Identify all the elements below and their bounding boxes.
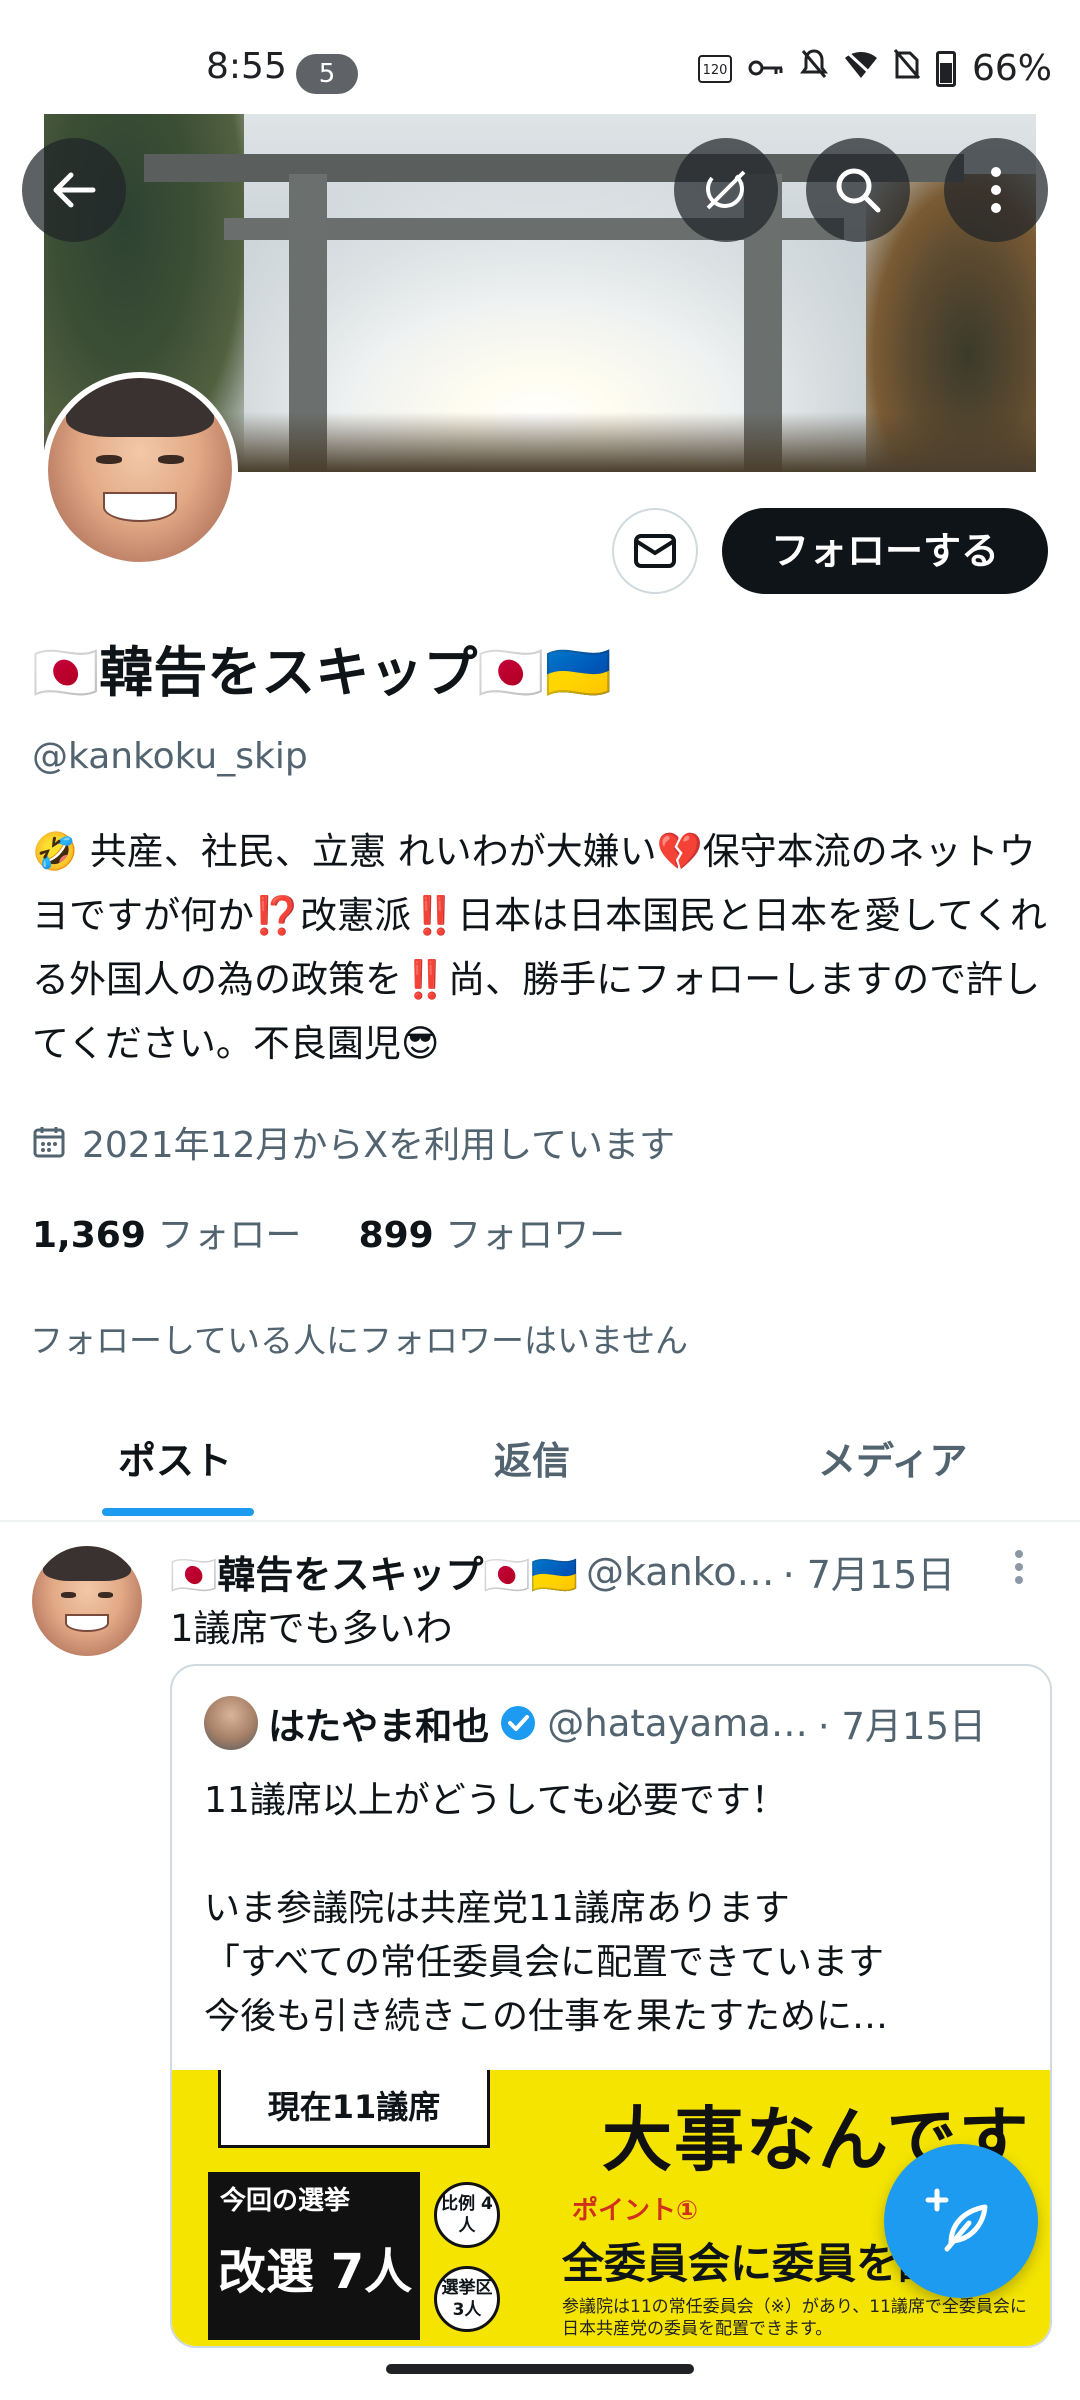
followers-count: 899 [358, 1215, 434, 1256]
wifi-icon [844, 49, 878, 89]
refresh-rate-icon: 120 [697, 54, 732, 83]
followed-by-text: フォローしている人にフォロワーはいません [30, 1321, 689, 1360]
following-link[interactable]: 1,369 フォロー [32, 1215, 301, 1256]
active-tab-indicator [102, 1508, 254, 1516]
poster-district: 選挙区 3人 [434, 2266, 500, 2332]
envelope-icon [634, 534, 676, 568]
followers-link[interactable]: 899 フォロワー [359, 1215, 626, 1256]
profile-avatar[interactable] [42, 372, 238, 568]
following-count: 1,369 [32, 1215, 146, 1256]
tab-media[interactable]: メディア [818, 1430, 967, 1485]
following-label: フォロー [157, 1215, 302, 1256]
tab-posts[interactable]: ポスト [118, 1430, 232, 1485]
notification-count-badge: 5 [296, 54, 358, 94]
vpn-key-icon [748, 49, 784, 89]
message-button[interactable] [612, 508, 698, 594]
battery-icon [935, 50, 956, 87]
tweet-author-handle: @kanko… [585, 1549, 775, 1594]
home-gesture-bar[interactable] [386, 2364, 694, 2374]
search-icon [836, 168, 881, 213]
back-button[interactable] [22, 138, 126, 242]
no-sim-icon [893, 48, 921, 89]
poster-small-line: 参議院は11の常任委員会（※）があり、11議席で全委員会に [562, 2297, 1027, 2317]
poster-proportional: 比例 4人 [434, 2182, 500, 2248]
tweet-header: 🇯🇵韓告をスキップ🇯🇵🇺🇦 @kanko… · 7月15日 [170, 1544, 955, 1599]
quote-line: いま参議院は共産党11議席あります [204, 1888, 790, 1929]
quote-author-name: はたやま和也 [268, 1705, 490, 1748]
status-icons: 120 66% [697, 48, 1052, 89]
poster-point: ポイント① [572, 2196, 699, 2226]
quote-line: 「すべての常任委員会に配置できています [204, 1942, 885, 1983]
poster-reelection: 改選 7人 [218, 2244, 413, 2300]
quote-line: 11議席以上がどうしても必要です！ [204, 1780, 787, 1821]
poster-current-seats: 現在11議席 [218, 2070, 490, 2148]
tweet-author-name[interactable]: 🇯🇵韓告をスキップ🇯🇵🇺🇦 [170, 1544, 578, 1599]
more-vertical-icon [991, 167, 1001, 213]
joined-date-row: 2021年12月からXを利用しています [32, 1116, 675, 1168]
quote-text: 11議席以上がどうしても必要です！ いま参議院は共産党11議席あります 「すべて… [204, 1774, 1024, 2044]
battery-percent: 66% [971, 48, 1052, 89]
poster-subhead: 全委員会に委員を配 [562, 2239, 941, 2288]
tab-replies[interactable]: 返信 [494, 1430, 570, 1485]
profile-bio: 🤣 共産、社民、立憲 れいわが大嫌い💔保守本流のネットウヨですが何か⁉️改憲派‼… [32, 830, 1047, 1065]
profile-tabs: ポスト 返信 メディア [0, 1404, 1080, 1522]
grok-button[interactable] [674, 138, 778, 242]
quote-avatar [204, 1696, 258, 1750]
joined-date-text: 2021年12月からXを利用しています [82, 1125, 676, 1166]
grok-icon [706, 170, 746, 210]
verified-badge-icon [501, 1706, 536, 1740]
quote-header: はたやま和也 @hatayama… · 7月15日 [204, 1696, 986, 1750]
status-bar: 8:55 5 120 66% [0, 0, 1080, 110]
followers-label: フォロワー [445, 1215, 626, 1256]
more-options-button[interactable] [944, 138, 1048, 242]
search-button[interactable] [806, 138, 910, 242]
compose-post-button[interactable] [884, 2144, 1038, 2298]
poster-small-text: 参議院は11の常任委員会（※）があり、11議席で全委員会に 日本共産党の委員を配… [562, 2296, 1027, 2340]
tweet-avatar[interactable] [32, 1546, 142, 1656]
mute-bell-icon [799, 48, 828, 89]
tweet-text: 1議席でも多いわ [170, 1607, 453, 1650]
arrow-left-icon [53, 172, 96, 208]
poster-election-box: 今回の選挙 改選 7人 [208, 2172, 420, 2340]
follow-stats: 1,369 フォロー 899 フォロワー [32, 1206, 625, 1258]
more-vertical-icon [1015, 1550, 1023, 1584]
tweet-date: · 7月15日 [782, 1553, 956, 1597]
tweet-more-button[interactable] [1012, 1548, 1042, 1588]
status-time: 8:55 [206, 46, 287, 87]
quote-author-handle: @hatayama… [547, 1701, 808, 1745]
profile-display-name: 🇯🇵韓告をスキップ🇯🇵🇺🇦 [32, 641, 612, 704]
follow-button[interactable]: フォローする [722, 508, 1048, 594]
poster-election-label: 今回の選挙 [220, 2186, 351, 2216]
compose-plus-icon [925, 2188, 988, 2252]
quote-line: 今後も引き続きこの仕事を果たすために… [204, 1996, 889, 2037]
calendar-icon [33, 1127, 65, 1158]
profile-handle: @kankoku_skip [32, 736, 308, 777]
quote-date: · 7月15日 [817, 1705, 987, 1748]
poster-small-line: 日本共産党の委員を配置できます。 [562, 2319, 833, 2339]
